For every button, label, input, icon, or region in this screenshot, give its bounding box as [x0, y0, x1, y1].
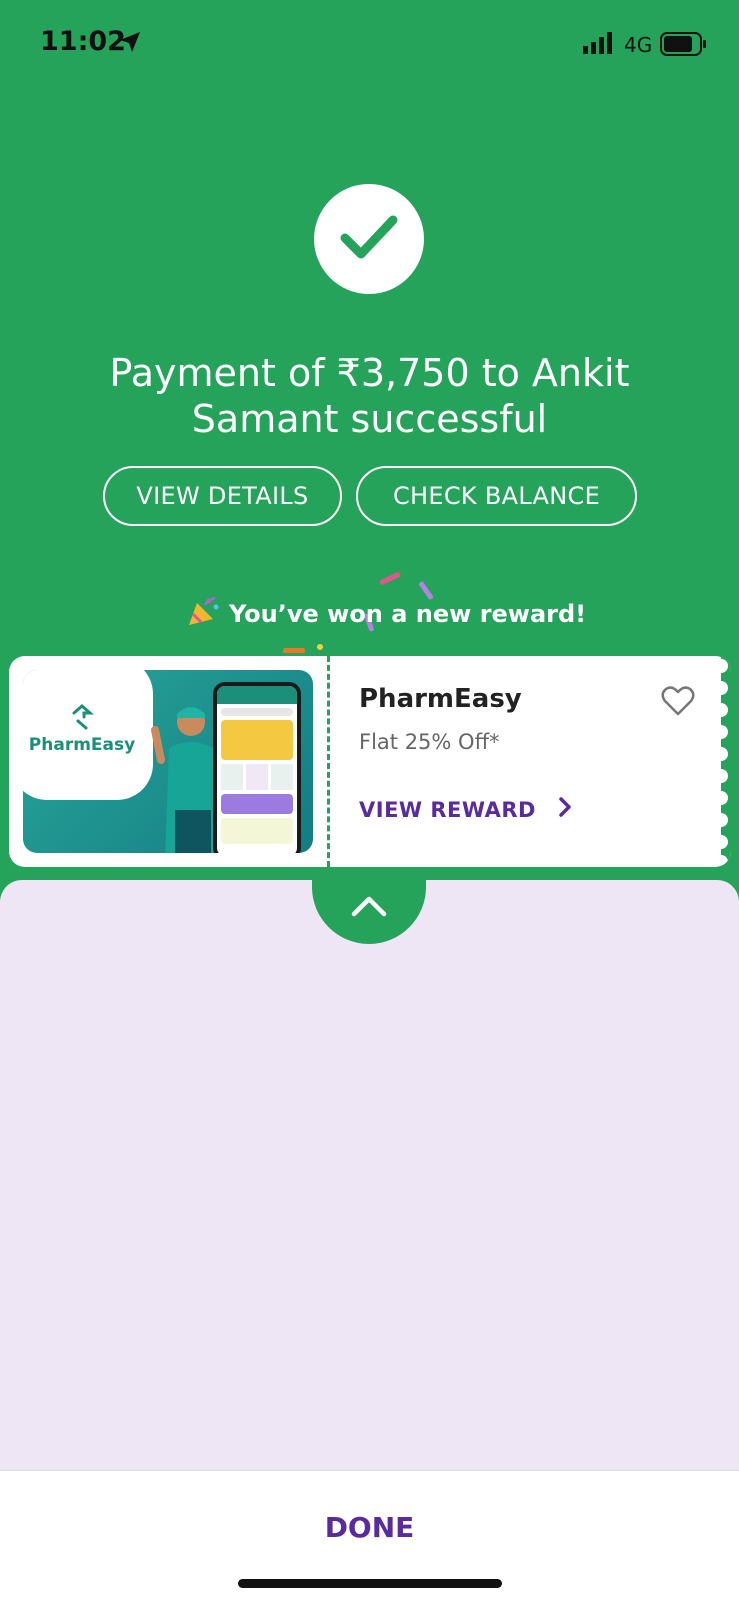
chevron-right-icon [558, 796, 572, 823]
reward-offer-text: Flat 25% Off* [359, 730, 500, 754]
battery-icon [660, 32, 708, 61]
favorite-heart-icon[interactable] [661, 686, 695, 721]
card-scalloped-edge [721, 656, 731, 867]
pharmeasy-logo: PharmEasy [23, 670, 147, 794]
bottom-action-bar: DONE [0, 1470, 739, 1600]
reward-headline: You’ve won a new reward! [187, 595, 586, 633]
reward-headline-text: You’ve won a new reward! [229, 600, 587, 628]
chevron-up-icon [350, 894, 388, 923]
view-details-button[interactable]: VIEW DETAILS [103, 466, 342, 526]
expand-sheet-button[interactable] [312, 872, 426, 944]
reward-brand-image: PharmEasy [23, 670, 313, 853]
checkmark-icon [339, 214, 399, 265]
view-reward-link[interactable]: VIEW REWARD [359, 796, 572, 823]
done-button[interactable]: DONE [0, 1511, 739, 1544]
location-arrow-icon [118, 30, 142, 59]
network-type: 4G [624, 33, 653, 57]
signal-icon [583, 32, 615, 59]
promo-person-illustration [151, 700, 221, 853]
view-reward-label: VIEW REWARD [359, 797, 536, 822]
status-time: 11:02 [40, 26, 126, 57]
logo-text: PharmEasy [28, 735, 136, 755]
reward-card[interactable]: PharmEasy PharmEasy Flat 25% Off* VIEW R… [9, 656, 731, 867]
home-indicator[interactable] [238, 1579, 502, 1588]
card-divider [327, 656, 330, 867]
status-bar: 11:02 4G [0, 0, 739, 90]
promo-phone-screenshot [213, 682, 301, 853]
confetti-piece [317, 644, 323, 650]
success-check-badge [314, 184, 424, 294]
payment-success-title: Payment of ₹3,750 to Ankit Samant succes… [109, 351, 630, 441]
reward-brand-name: PharmEasy [359, 684, 522, 714]
confetti-piece [283, 648, 305, 653]
party-popper-icon [187, 595, 221, 633]
check-balance-button[interactable]: CHECK BALANCE [356, 466, 637, 526]
pharmeasy-logo-icon [72, 704, 94, 730]
